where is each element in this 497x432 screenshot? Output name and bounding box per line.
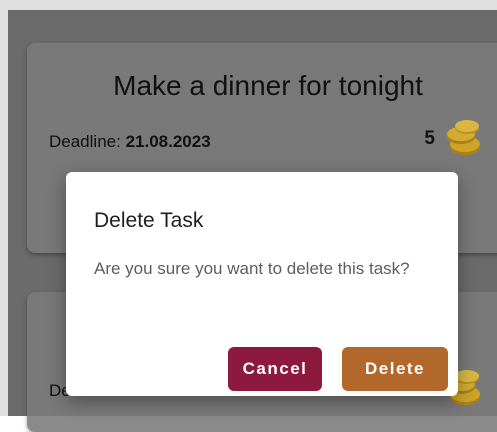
dialog-title: Delete Task bbox=[94, 209, 204, 232]
cancel-button[interactable]: Cancel bbox=[228, 347, 322, 391]
dialog-message: Are you sure you want to delete this tas… bbox=[94, 259, 410, 278]
delete-button[interactable]: Delete bbox=[342, 347, 448, 391]
delete-task-dialog: Delete Task Are you sure you want to del… bbox=[66, 172, 458, 396]
